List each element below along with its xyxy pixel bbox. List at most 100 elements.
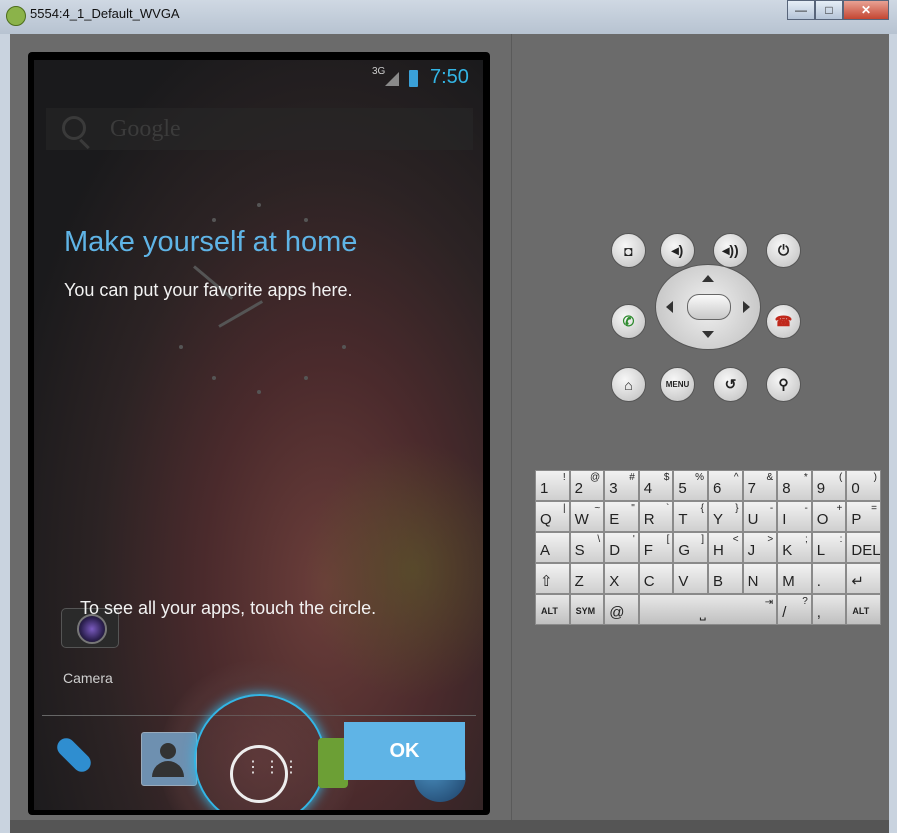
key[interactable]: 9( — [811, 470, 847, 501]
key-label: E — [609, 511, 620, 528]
end-call-button[interactable]: ☎ — [766, 304, 801, 339]
key[interactable]: D ' — [604, 532, 639, 563]
key[interactable]: 5% — [673, 470, 708, 501]
key-label: J — [747, 542, 756, 559]
key[interactable]: DEL — [846, 532, 881, 563]
back-button[interactable]: ↺ — [713, 367, 748, 402]
dpad-right-icon[interactable] — [743, 301, 750, 313]
key[interactable]: . — [811, 563, 847, 594]
camera-hw-button[interactable]: ◘ — [611, 233, 646, 268]
device-screen[interactable]: 3G 7:50 Google Make yourself at home You… — [34, 60, 483, 810]
key[interactable]: P = — [846, 501, 881, 532]
key[interactable]: M — [777, 563, 812, 594]
key[interactable]: ↵ — [846, 563, 881, 594]
key-label: A — [540, 542, 551, 559]
key-alt-label: @ — [590, 472, 601, 483]
key[interactable]: J > — [742, 532, 778, 563]
key[interactable]: Y} — [708, 501, 743, 532]
key[interactable]: A — [535, 532, 570, 563]
key-comma[interactable]: , — [811, 594, 847, 625]
key-alt-label: ] — [701, 534, 704, 545]
window-frame-bottom — [10, 820, 889, 833]
home-button[interactable]: ⌂ — [611, 367, 646, 402]
clock-tick — [257, 203, 261, 207]
key[interactable]: V — [673, 563, 708, 594]
key[interactable]: ⇧ — [535, 563, 570, 594]
key-label: D — [609, 542, 621, 559]
key[interactable]: 7 & — [742, 470, 778, 501]
key-label: R — [643, 511, 655, 528]
key[interactable]: C — [638, 563, 674, 594]
dpad-left-icon[interactable] — [666, 301, 673, 313]
key[interactable]: S \ — [569, 532, 605, 563]
tab-label: ⇥ — [764, 597, 774, 608]
all-apps-button[interactable]: ⋮⋮⋮ — [230, 745, 299, 803]
key-label: U — [747, 511, 759, 528]
key[interactable]: W ~ — [569, 501, 605, 532]
key-at[interactable]: @ — [604, 594, 639, 625]
key[interactable]: 0) — [846, 470, 881, 501]
key-alt-right[interactable]: ALT — [846, 594, 881, 625]
key[interactable]: O + — [811, 501, 847, 532]
key[interactable]: G] — [673, 532, 708, 563]
key[interactable]: 1! — [535, 470, 570, 501]
key-alt-label: $ — [663, 472, 670, 483]
minimize-button[interactable]: — — [787, 0, 815, 20]
key-alt-label: " — [631, 503, 635, 514]
key[interactable]: L: — [811, 532, 847, 563]
dpad[interactable] — [655, 264, 761, 350]
call-button[interactable]: ✆ — [611, 304, 646, 339]
power-button[interactable]: ⏻ — [766, 233, 801, 268]
key[interactable]: 2 @ — [569, 470, 605, 501]
key-slash[interactable]: /? — [777, 594, 812, 625]
close-button[interactable]: ✕ — [843, 0, 889, 20]
volume-down-button[interactable]: ◂) — [660, 233, 695, 268]
ok-button[interactable]: OK — [344, 722, 465, 780]
key-label: ALT — [852, 606, 870, 616]
key-space[interactable]: ⎵ ⇥ — [638, 594, 778, 625]
key[interactable]: U- — [742, 501, 778, 532]
key[interactable]: 6 ^ — [708, 470, 743, 501]
key-alt-label: ! — [562, 472, 566, 483]
key-alt-label: & — [766, 472, 774, 483]
network-type: 3G — [372, 66, 386, 77]
volume-down-icon: ◂) — [671, 242, 684, 258]
key[interactable]: 3 # — [604, 470, 639, 501]
key-label: 3 — [609, 480, 618, 497]
window-controls: — □ ✕ — [787, 0, 889, 20]
key[interactable]: T{ — [673, 501, 708, 532]
search-hw-button[interactable]: ⚲ — [766, 367, 801, 402]
key-alt-left[interactable]: ALT — [535, 594, 570, 625]
key[interactable]: F[ — [638, 532, 674, 563]
dpad-up-icon[interactable] — [702, 275, 714, 282]
key[interactable]: R ` — [638, 501, 674, 532]
menu-button[interactable]: MENU — [660, 367, 695, 402]
key[interactable]: X — [604, 563, 639, 594]
window-frame-right — [889, 34, 897, 833]
key-alt-label: % — [695, 472, 704, 483]
key-sym[interactable]: SYM — [569, 594, 605, 625]
cling-subtitle: You can put your favorite apps here. — [64, 280, 353, 300]
key-label: ↵ — [851, 573, 864, 590]
key[interactable]: B — [708, 563, 743, 594]
key[interactable]: H < — [708, 532, 743, 563]
key[interactable]: N — [742, 563, 778, 594]
key[interactable]: Z — [569, 563, 605, 594]
phone-app-icon[interactable] — [48, 732, 98, 782]
key[interactable]: 4 $ — [638, 470, 674, 501]
dpad-down-icon[interactable] — [702, 331, 714, 338]
hardware-keyboard: 1! 2 @3 #4 $5% 6 ^ 7 & 8 * 9(0) Q | W ~ E " R ` T{Y} U - I - O + P =… — [535, 470, 881, 640]
key-label: W — [574, 511, 589, 528]
dpad-center-button[interactable] — [687, 294, 731, 320]
key[interactable]: I- — [777, 501, 812, 532]
wallpaper-glow — [303, 440, 483, 700]
maximize-button[interactable]: □ — [815, 0, 843, 20]
google-search-bar[interactable]: Google — [46, 108, 473, 150]
key[interactable]: 8 * — [777, 470, 812, 501]
key[interactable]: E " — [604, 501, 639, 532]
key[interactable]: Q | — [535, 501, 570, 532]
key[interactable]: K; — [777, 532, 812, 563]
volume-up-button[interactable]: ◂)) — [713, 233, 748, 268]
contacts-app-icon[interactable] — [141, 732, 197, 786]
contact-head — [160, 743, 176, 759]
